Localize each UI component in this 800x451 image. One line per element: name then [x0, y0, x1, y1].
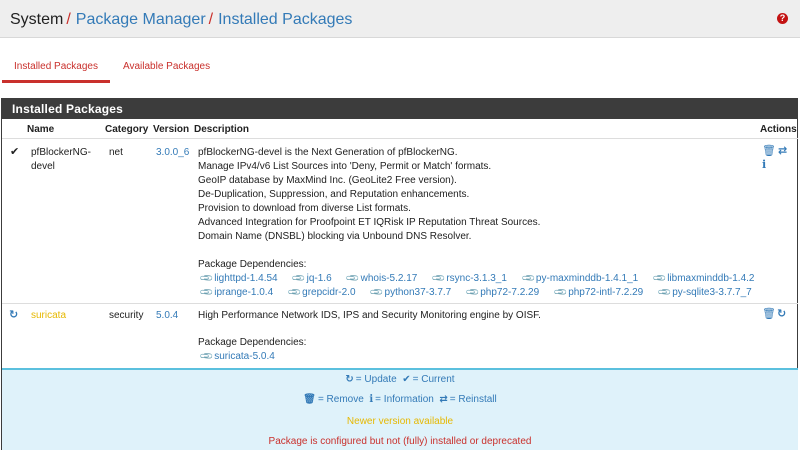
breadcrumb-separator: /: [66, 11, 71, 28]
legend-newer-version: Newer version available: [346, 416, 454, 427]
page-header: System / Package Manager / Installed Package…: [0, 0, 800, 38]
row-actions: 🗑↻: [762, 308, 786, 322]
dependency-link[interactable]: py-sqlite3-3.7.7_7: [672, 287, 752, 298]
breadcrumb-installed-packages[interactable]: Installed Packages: [218, 11, 352, 28]
paperclip-icon: 📎: [465, 284, 481, 300]
dependency-link[interactable]: lighttpd-1.4.54: [214, 273, 277, 284]
dependency-list: 📎suricata-5.0.4: [199, 348, 288, 364]
breadcrumb-package-manager[interactable]: Package Manager: [76, 11, 206, 28]
dependency-link[interactable]: rsync-3.1.3_1: [446, 273, 507, 284]
paperclip-icon: 📎: [369, 284, 385, 300]
refresh-icon: ↻: [9, 309, 19, 321]
paperclip-icon: 📎: [199, 348, 215, 364]
info-icon: i: [369, 394, 374, 405]
paperclip-icon: 📎: [553, 284, 569, 300]
legend-line-status: ↻ = Update ✔ = Current: [345, 374, 455, 385]
trash-icon[interactable]: 🗑: [762, 308, 776, 320]
check-icon: ✔: [10, 146, 20, 158]
refresh-icon: ↻: [345, 374, 354, 385]
breadcrumb-separator: /: [208, 11, 214, 28]
dependency-link[interactable]: jq-1.6: [307, 273, 332, 284]
reinstall-icon: ⇄: [439, 394, 448, 405]
breadcrumb: System / Package Manager / Installed Package…: [10, 10, 352, 29]
check-icon: ✔: [402, 374, 411, 385]
row-divider: [2, 303, 798, 304]
dependencies-label: Package Dependencies:: [198, 337, 307, 348]
column-header-description[interactable]: Description: [194, 124, 249, 135]
column-header-version[interactable]: Version: [153, 124, 189, 135]
tab-available-packages[interactable]: Available Packages: [123, 56, 210, 83]
trash-icon: 🗑: [303, 394, 316, 405]
package-version-link[interactable]: 3.0.0_6: [156, 146, 189, 160]
column-header-actions: Actions: [760, 124, 797, 135]
package-category: security: [109, 310, 144, 321]
package-description: High Performance Network IDS, IPS and Se…: [198, 310, 541, 321]
legend: ↻ = Update ✔ = Current 🗑 = Remove i = Inform…: [2, 368, 798, 450]
column-header-category[interactable]: Category: [105, 124, 148, 135]
package-version-link[interactable]: 5.0.4: [156, 309, 178, 323]
dependency-link[interactable]: php72-7.2.29: [480, 287, 539, 298]
refresh-icon[interactable]: ↻: [777, 308, 786, 320]
legend-broken-package: Package is configured but not (fully) in…: [268, 436, 532, 447]
row-actions: 🗑 ⇄ i: [762, 145, 787, 173]
package-name: pfBlockerNG- devel: [31, 147, 92, 172]
info-icon[interactable]: i: [762, 159, 766, 171]
dependency-link[interactable]: py-maxminddb-1.4.1_1: [536, 273, 638, 284]
dependency-link[interactable]: libmaxminddb-1.4.2: [667, 273, 754, 284]
dependency-link[interactable]: php72-intl-7.2.29: [568, 287, 643, 298]
dependencies-label: Package Dependencies:: [198, 259, 307, 270]
trash-icon[interactable]: 🗑: [762, 145, 776, 157]
legend-line-actions: 🗑 = Remove i = Information ⇄ = Reinstall: [303, 394, 497, 405]
package-description: pfBlockerNG-devel is the Next Generation…: [198, 147, 541, 242]
dependency-link[interactable]: python37-3.7.7: [385, 287, 452, 298]
reinstall-icon[interactable]: ⇄: [778, 145, 787, 157]
breadcrumb-system: System: [10, 11, 64, 28]
dependency-list: 📎iprange-1.0.4 📎grepcidr-2.0 📎python37-3…: [199, 284, 765, 300]
paperclip-icon: 📎: [657, 284, 673, 300]
dependency-link[interactable]: grepcidr-2.0: [302, 287, 355, 298]
dependency-link[interactable]: suricata-5.0.4: [214, 351, 275, 362]
paperclip-icon: 📎: [287, 284, 303, 300]
dependency-link[interactable]: whois-5.2.17: [361, 273, 418, 284]
question-circle-icon[interactable]: ?: [777, 13, 788, 24]
column-header-name[interactable]: Name: [27, 124, 54, 135]
package-name: suricata: [31, 310, 67, 321]
dependency-list: 📎lighttpd-1.4.54 📎jq-1.6 📎whois-5.2.17 📎…: [199, 270, 767, 286]
header-divider: [2, 138, 798, 139]
tab-bar: Installed Packages Available Packages: [0, 56, 800, 83]
panel-title: Installed Packages: [2, 99, 797, 119]
dependency-link[interactable]: iprange-1.0.4: [214, 287, 273, 298]
paperclip-icon: 📎: [199, 284, 215, 300]
package-category: net: [109, 147, 123, 158]
tab-installed-packages[interactable]: Installed Packages: [2, 56, 110, 83]
